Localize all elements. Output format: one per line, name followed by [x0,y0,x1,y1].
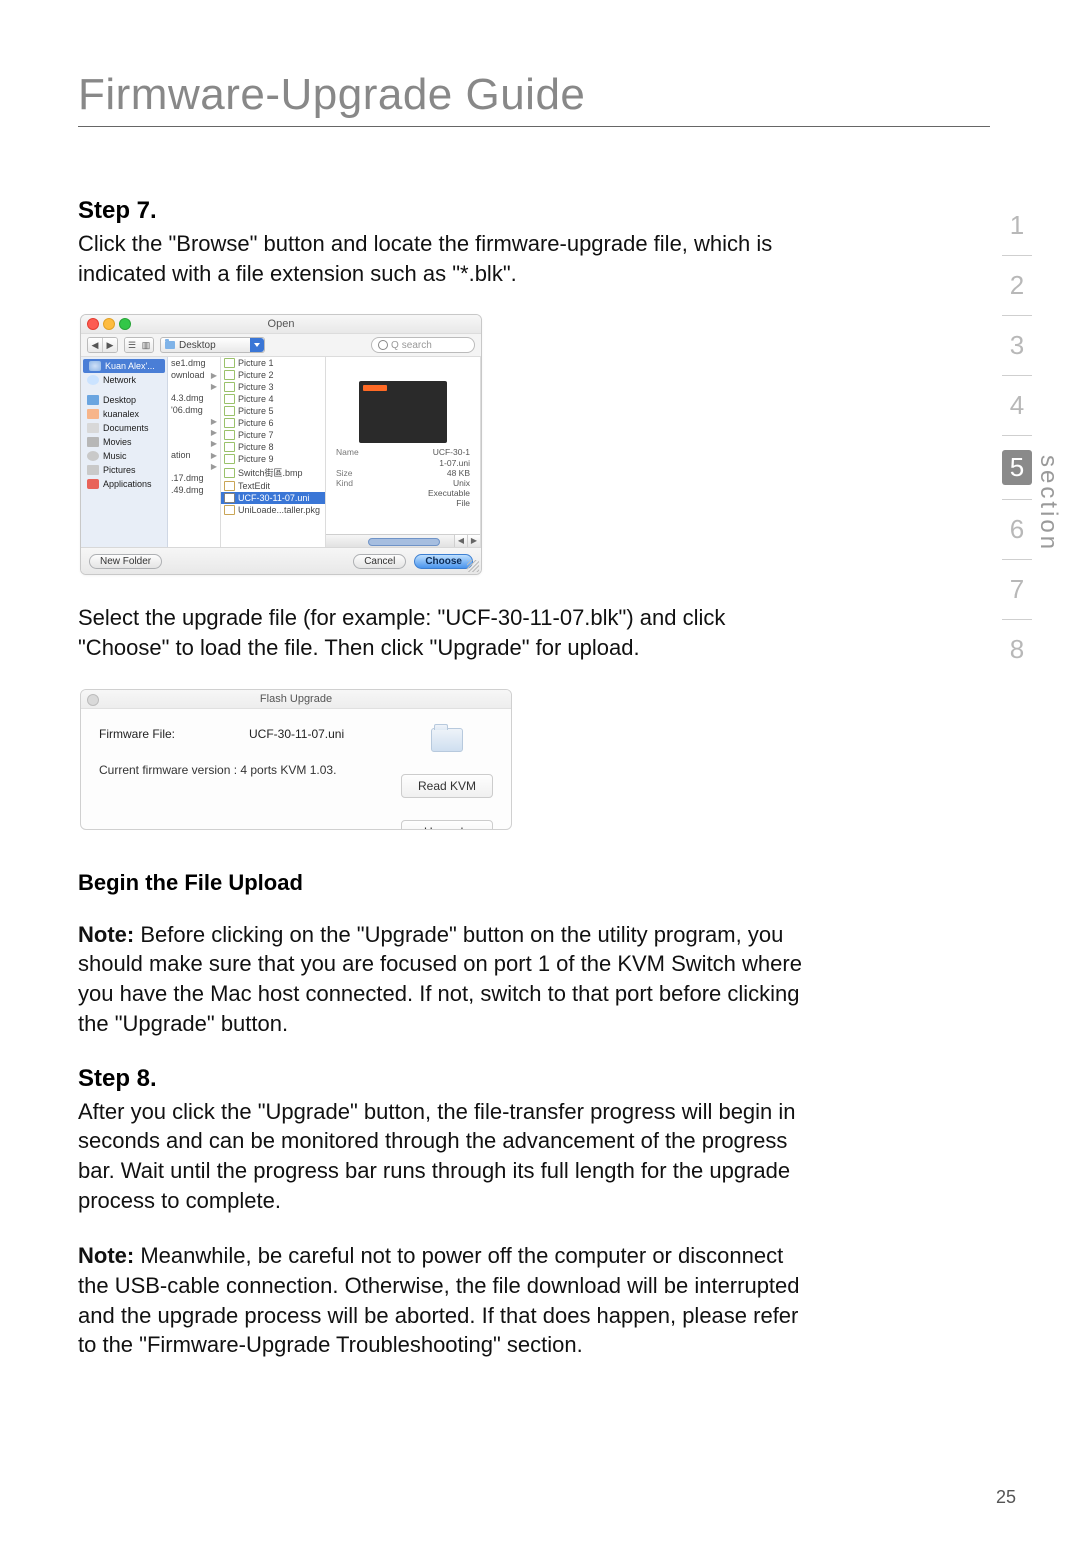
page-title: Firmware-Upgrade Guide [78,70,990,127]
section-nav: 1 2 3 4 5 6 7 8 [1002,210,1032,665]
list-view-icon: ☰ [125,338,139,352]
step7-body: Click the "Browse" button and locate the… [78,229,818,288]
read-kvm-button[interactable]: Read KVM [401,774,493,798]
nav-8[interactable]: 8 [1002,634,1032,665]
sidebar-music[interactable]: Music [81,449,167,463]
step8-body: After you click the "Upgrade" button, th… [78,1097,818,1216]
finder-preview: NameUCF-30-1 1-07.uni Size48 KB KindUnix… [326,357,481,547]
new-folder-button[interactable]: New Folder [89,554,162,569]
minimize-icon[interactable] [103,318,115,330]
sidebar-device-0[interactable]: Kuan Alex'... [83,359,165,373]
resize-handle-icon[interactable] [467,560,479,572]
open-dialog: Open ◀▶ ☰▥ Desktop Qsearch Kuan Alex'... [80,314,482,575]
firmware-file-value: UCF-30-11-07.uni [249,727,344,741]
column-view-icon: ▥ [139,338,153,352]
window-controls[interactable] [87,318,131,330]
disk-icon [89,361,101,371]
view-toggle[interactable]: ☰▥ [124,337,154,353]
folder-icon [165,341,175,349]
open-dialog-titlebar: Open [81,315,481,334]
upgrade-button[interactable]: Upgrade [401,820,493,830]
nav-3[interactable]: 3 [1002,330,1032,361]
sidebar-home[interactable]: kuanalex [81,407,167,421]
browse-button[interactable] [431,728,463,752]
step8-heading: Step 8. [78,1065,818,1093]
search-input[interactable]: Qsearch [371,337,475,353]
scroll-left-icon: ◀ [454,535,467,547]
location-popup[interactable]: Desktop [160,337,265,353]
sidebar-pictures[interactable]: Pictures [81,463,167,477]
selected-file-row[interactable]: UCF-30-11-07.uni [221,492,325,504]
music-icon [87,451,99,461]
zoom-icon[interactable] [119,318,131,330]
network-icon [87,375,99,385]
finder-col-1[interactable]: se1.dmg ownload▶ ▶ 4.3.dmg '06.dmg ▶ ▶ ▶… [168,357,221,547]
sidebar-device-1[interactable]: Network [81,373,167,387]
preview-thumb [359,381,447,443]
flash-title: Flash Upgrade [260,693,332,705]
close-icon[interactable] [87,694,99,706]
scroll-right-icon: ▶ [467,535,480,547]
nav-1[interactable]: 1 [1002,210,1032,241]
step7-heading: Step 7. [78,197,818,225]
nav-7[interactable]: 7 [1002,574,1032,605]
begin-upload-heading: Begin the File Upload [78,870,818,896]
flash-upgrade-dialog: Flash Upgrade Firmware File: UCF-30-11-0… [80,689,512,830]
movies-icon [87,437,99,447]
open-sidebar: Kuan Alex'... Network Desktop kuanalex D… [81,357,168,547]
desktop-icon [87,395,99,405]
horizontal-scrollbar[interactable]: ◀ ▶ [326,534,480,547]
home-icon [87,409,99,419]
section-label: section [1034,455,1062,552]
nav-4[interactable]: 4 [1002,390,1032,421]
sidebar-documents[interactable]: Documents [81,421,167,435]
documents-icon [87,423,99,433]
begin-upload-note: Note: Before clicking on the "Upgrade" b… [78,920,818,1039]
step8-note: Note: Meanwhile, be careful not to power… [78,1241,818,1360]
choose-button[interactable]: Choose [414,554,473,569]
finder-col-2[interactable]: Picture 1 Picture 2 Picture 3 Picture 4 … [221,357,326,547]
open-dialog-title: Open [268,318,295,330]
sidebar-desktop[interactable]: Desktop [81,393,167,407]
applications-icon [87,479,99,489]
nav-6[interactable]: 6 [1002,514,1032,545]
forward-icon: ▶ [102,338,117,352]
cancel-button[interactable]: Cancel [353,554,406,569]
close-icon[interactable] [87,318,99,330]
nav-5[interactable]: 5 [1002,450,1032,485]
page-number: 25 [996,1487,1016,1508]
back-icon: ◀ [88,338,102,352]
nav-2[interactable]: 2 [1002,270,1032,301]
chevron-down-icon [250,338,264,352]
step7-after: Select the upgrade file (for example: "U… [78,603,818,662]
location-label: Desktop [179,340,216,351]
back-forward[interactable]: ◀▶ [87,337,118,353]
sidebar-applications[interactable]: Applications [81,477,167,491]
search-placeholder: search [402,340,432,351]
pictures-icon [87,465,99,475]
sidebar-movies[interactable]: Movies [81,435,167,449]
firmware-file-label: Firmware File: [99,727,249,741]
